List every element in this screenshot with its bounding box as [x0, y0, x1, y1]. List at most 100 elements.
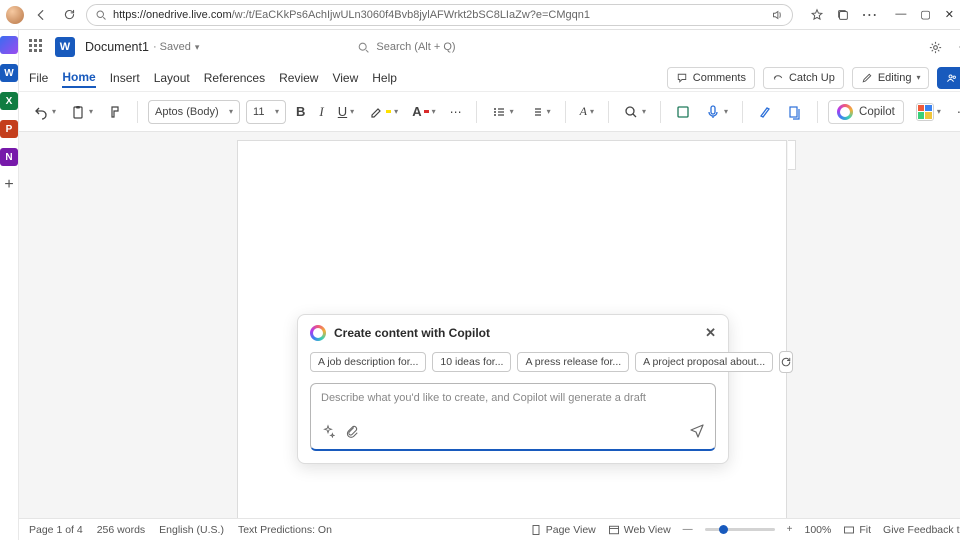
comments-button[interactable]: Comments: [667, 67, 755, 89]
format-painter-button[interactable]: [103, 100, 127, 124]
tab-view[interactable]: View: [332, 69, 358, 87]
search-placeholder: Search (Alt + Q): [376, 41, 455, 53]
zoom-out-button[interactable]: —: [683, 524, 693, 535]
tab-review[interactable]: Review: [279, 69, 318, 87]
tabs-bar: File Home Insert Layout References Revie…: [19, 64, 960, 92]
word-count[interactable]: 256 words: [97, 524, 145, 536]
close-window-button[interactable]: ✕: [945, 8, 954, 21]
bullets-button[interactable]: ▾: [487, 100, 518, 124]
bold-button[interactable]: B: [292, 100, 309, 124]
ribbon-more-icon[interactable]: ⋯: [953, 100, 960, 124]
more-font-icon[interactable]: ⋯: [446, 100, 466, 124]
suggestion-chip[interactable]: A project proposal about...: [635, 352, 773, 372]
app-rail: W X P N +: [0, 30, 19, 540]
search-icon: [95, 9, 107, 21]
word-icon: W: [55, 37, 75, 57]
rail-onenote-icon[interactable]: N: [0, 148, 18, 166]
sparkle-icon[interactable]: [321, 424, 335, 441]
font-color-button[interactable]: A▾: [408, 100, 439, 124]
font-size-select[interactable]: 11▾: [246, 100, 286, 124]
send-icon[interactable]: [689, 422, 705, 443]
attachment-icon[interactable]: [345, 424, 359, 441]
document-canvas[interactable]: Create content with Copilot ✕ A job desc…: [19, 132, 960, 518]
find-button[interactable]: ▾: [619, 100, 650, 124]
url-text: https://onedrive.live.com/w:/t/EaCKkPs6A…: [113, 9, 764, 21]
tab-help[interactable]: Help: [372, 69, 397, 87]
collections-icon[interactable]: [835, 7, 851, 23]
feedback-link[interactable]: Give Feedback to Microsoft: [883, 524, 960, 536]
status-bar: Page 1 of 4 256 words English (U.S.) Tex…: [19, 518, 960, 540]
reuse-button[interactable]: [783, 100, 807, 124]
catchup-icon: [772, 72, 784, 84]
zoom-slider[interactable]: [705, 528, 775, 531]
editing-mode-button[interactable]: Editing▾: [852, 67, 930, 89]
suggestion-chip[interactable]: A press release for...: [517, 352, 629, 372]
browser-menu-icon[interactable]: ⋯: [861, 7, 877, 23]
rail-copilot-icon[interactable]: [0, 36, 18, 54]
copilot-button[interactable]: Copilot: [828, 100, 904, 124]
font-name-select[interactable]: Aptos (Body)▾: [148, 100, 240, 124]
pencil-icon: [861, 72, 873, 84]
suggestion-chip[interactable]: A job description for...: [310, 352, 426, 372]
language-indicator[interactable]: English (U.S.): [159, 524, 224, 536]
tab-file[interactable]: File: [29, 69, 48, 87]
undo-button[interactable]: ▾: [29, 100, 60, 124]
italic-button[interactable]: I: [315, 100, 327, 124]
search-input[interactable]: Search (Alt + Q): [349, 35, 669, 59]
rail-powerpoint-icon[interactable]: P: [0, 120, 18, 138]
refresh-suggestions-icon[interactable]: [779, 351, 793, 373]
copilot-compose-popup: Create content with Copilot ✕ A job desc…: [297, 314, 729, 464]
refresh-button[interactable]: [58, 4, 80, 26]
suggestion-chip[interactable]: 10 ideas for...: [432, 352, 511, 372]
ruler-icon: [788, 140, 796, 170]
address-bar[interactable]: https://onedrive.live.com/w:/t/EaCKkPs6A…: [86, 4, 793, 26]
comment-icon: [676, 72, 688, 84]
text-predictions-indicator[interactable]: Text Predictions: On: [238, 524, 332, 536]
document-name[interactable]: Document1 · Saved ▾: [85, 40, 199, 54]
designer-button[interactable]: [671, 100, 695, 124]
tab-references[interactable]: References: [204, 69, 265, 87]
fit-button[interactable]: Fit: [843, 524, 871, 536]
maximize-button[interactable]: ▢: [920, 8, 930, 21]
back-button[interactable]: [30, 4, 52, 26]
tab-layout[interactable]: Layout: [154, 69, 190, 87]
web-view-button[interactable]: Web View: [608, 524, 671, 536]
page-view-button[interactable]: Page View: [530, 524, 596, 536]
search-icon: [357, 41, 370, 54]
zoom-level[interactable]: 100%: [805, 524, 832, 536]
favorite-icon[interactable]: [809, 7, 825, 23]
copilot-icon: [837, 104, 853, 120]
rail-excel-icon[interactable]: X: [0, 92, 18, 110]
styles-button[interactable]: A▾: [576, 100, 598, 124]
color-theme-button[interactable]: ▾: [912, 100, 945, 124]
share-button[interactable]: Share▾: [937, 67, 960, 89]
highlight-button[interactable]: ▾: [364, 100, 402, 124]
profile-avatar-icon[interactable]: [6, 6, 24, 24]
close-icon[interactable]: ✕: [705, 325, 716, 341]
copilot-prompt-input[interactable]: Describe what you'd like to create, and …: [310, 383, 716, 451]
rail-word-icon[interactable]: W: [0, 64, 18, 82]
tab-insert[interactable]: Insert: [110, 69, 140, 87]
catchup-button[interactable]: Catch Up: [763, 67, 844, 89]
app-launcher-icon[interactable]: [29, 39, 45, 55]
save-status: · Saved: [153, 41, 191, 53]
chevron-down-icon: ▾: [195, 42, 200, 53]
numbering-button[interactable]: ▾: [524, 100, 555, 124]
tab-home[interactable]: Home: [62, 68, 95, 88]
page-indicator[interactable]: Page 1 of 4: [29, 524, 83, 536]
copilot-icon: [310, 325, 326, 341]
dictate-button[interactable]: ▾: [701, 100, 732, 124]
read-aloud-icon[interactable]: [770, 8, 784, 22]
people-icon: [946, 72, 958, 84]
copilot-prompt-placeholder: Describe what you'd like to create, and …: [321, 392, 705, 408]
settings-icon[interactable]: [927, 38, 945, 56]
minimize-button[interactable]: —: [895, 8, 906, 21]
editor-button[interactable]: [753, 100, 777, 124]
browser-toolbar: https://onedrive.live.com/w:/t/EaCKkPs6A…: [0, 0, 960, 30]
zoom-in-button[interactable]: +: [787, 524, 793, 535]
title-bar: W Document1 · Saved ▾ Search (Alt + Q) ⋯: [19, 30, 960, 64]
paste-button[interactable]: ▾: [66, 100, 97, 124]
underline-button[interactable]: U▾: [334, 100, 358, 124]
web-view-icon: [608, 524, 620, 536]
rail-add-app-icon[interactable]: +: [0, 176, 18, 194]
